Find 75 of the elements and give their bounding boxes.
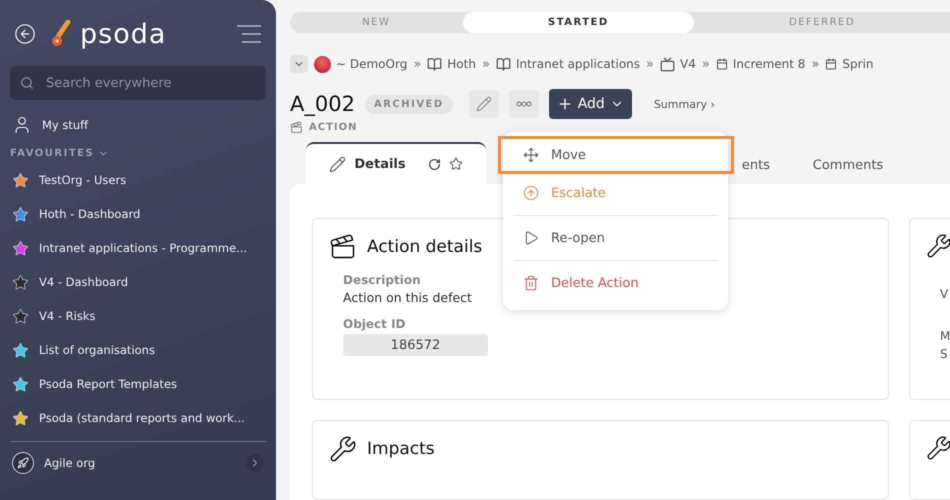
logo-text: psoda: [80, 18, 166, 50]
breadcrumb-separator: »: [811, 56, 820, 72]
favourite-item[interactable]: Psoda (standard reports and work...: [10, 401, 266, 435]
logo-icon: [50, 20, 72, 48]
search-input[interactable]: Search everywhere: [44, 74, 256, 92]
field-label: Object ID: [343, 317, 406, 331]
field-value: Action on this defect: [343, 290, 473, 305]
wrench-icon: [926, 233, 950, 259]
field-label: Description: [343, 273, 421, 287]
org-avatar-icon: [314, 56, 331, 72]
favourite-item[interactable]: V4 - Risks: [10, 299, 266, 333]
menu-icon[interactable]: [236, 24, 262, 44]
breadcrumb-separator: »: [482, 56, 490, 72]
menu-item[interactable]: Delete Action: [503, 264, 728, 302]
add-button[interactable]: Add: [548, 89, 632, 119]
tab[interactable]: Comments: [778, 146, 918, 184]
rocket-icon: [12, 452, 34, 474]
book-icon: [427, 56, 442, 72]
search-field[interactable]: Search everywhere: [10, 66, 266, 100]
calendar-icon: [825, 58, 838, 70]
more-button[interactable]: [508, 90, 539, 118]
favourite-item[interactable]: Intranet applications - Programme...: [10, 231, 266, 265]
breadcrumb-separator: »: [646, 56, 654, 72]
back-icon[interactable]: [14, 23, 36, 45]
field-text: S: [940, 347, 949, 361]
clapperboard-icon: [290, 121, 303, 134]
field-text: V: [940, 287, 950, 301]
card-title: Action details: [367, 237, 482, 257]
page-title: A_002: [290, 92, 355, 116]
menu-item[interactable]: Move: [498, 136, 734, 174]
breadcrumb-link[interactable]: ~ DemoOrg: [314, 56, 408, 72]
tab[interactable]: Details: [306, 142, 486, 184]
favourites-heading[interactable]: FAVOURITES: [10, 148, 266, 159]
pencil-icon: [329, 156, 346, 172]
card-title: Impacts: [367, 439, 435, 459]
breadcrumb-link[interactable]: Intranet applications: [496, 56, 640, 72]
trash-icon: [523, 275, 539, 291]
breadcrumb-link[interactable]: Sprin: [825, 57, 874, 71]
breadcrumb-link[interactable]: V4: [660, 56, 696, 72]
clapperboard-icon: [329, 233, 357, 261]
menu-item[interactable]: Re-open: [503, 219, 728, 257]
wrench-icon: [926, 435, 950, 461]
readonly-field: 186572: [343, 334, 488, 356]
refresh-icon[interactable]: [428, 158, 441, 170]
move-icon: [523, 147, 539, 163]
board-icon: [660, 56, 675, 72]
pencil-icon: [476, 96, 492, 112]
object-type-label: ACTION: [309, 122, 358, 133]
summary-link[interactable]: Summary ›: [654, 98, 715, 110]
breadcrumb-link[interactable]: Hoth: [427, 56, 476, 72]
breadcrumb-separator: »: [702, 56, 710, 72]
more-icon: [516, 101, 532, 107]
favourite-item[interactable]: Hoth - Dashboard: [10, 197, 266, 231]
arrow-up-circle-icon: [523, 185, 539, 201]
plus-icon: [556, 96, 573, 112]
favourite-item[interactable]: TestOrg - Users: [10, 163, 266, 197]
book-icon: [496, 56, 511, 72]
breadcrumb-link[interactable]: Increment 8: [716, 57, 806, 71]
play-icon: [523, 230, 539, 246]
favourite-item[interactable]: Psoda Report Templates: [10, 367, 266, 401]
star-icon[interactable]: [448, 157, 463, 171]
favourite-item[interactable]: V4 - Dashboard: [10, 265, 266, 299]
field-text: M: [940, 329, 950, 343]
favourite-item[interactable]: List of organisations: [10, 333, 266, 367]
edit-button[interactable]: [468, 90, 499, 118]
wrench-icon: [329, 435, 357, 463]
calendar-icon: [716, 58, 728, 70]
my-stuff-link[interactable]: My stuff: [10, 108, 266, 142]
chevron-right-icon[interactable]: [246, 454, 264, 472]
org-switcher[interactable]: Agile org: [10, 446, 266, 480]
status-step[interactable]: STARTED: [462, 12, 694, 33]
search-icon: [20, 76, 34, 90]
status-badge: ARCHIVED: [364, 94, 453, 114]
breadcrumb-separator: »: [413, 56, 422, 72]
chevron-down-icon[interactable]: [290, 55, 308, 73]
